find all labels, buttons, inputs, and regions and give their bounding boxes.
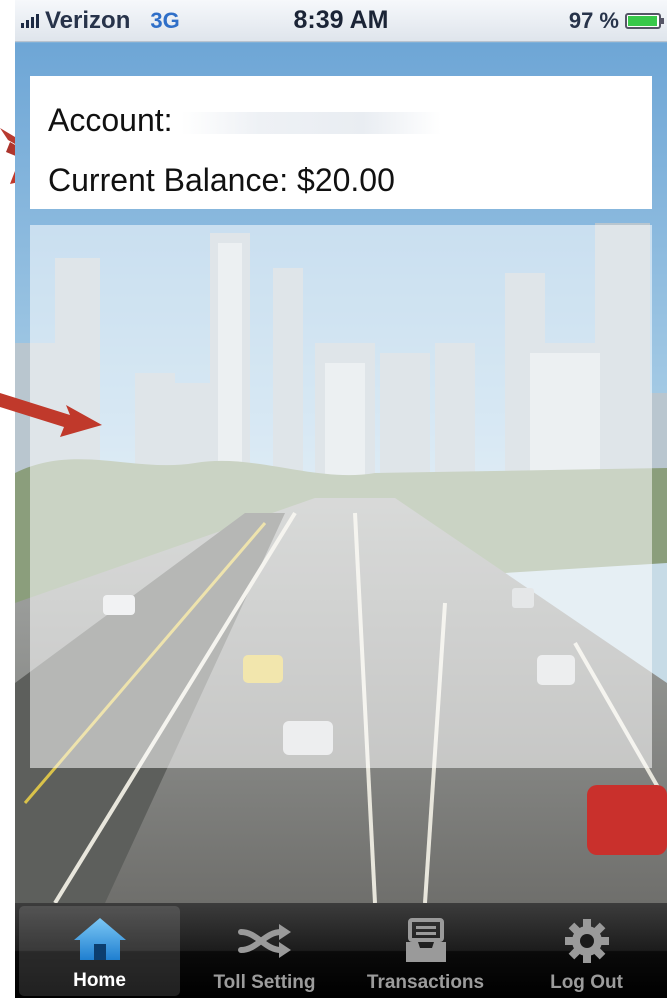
tab-bar: Home Toll Setting Transactions Log Out (15, 903, 667, 998)
carrier-name: Verizon (45, 6, 131, 34)
battery-percent: 97 % (568, 7, 619, 33)
home-icon (73, 918, 126, 960)
tab-log-out[interactable]: Log Out (506, 903, 667, 998)
status-bar: Verizon 3G 8:39 AM 97 % (15, 0, 667, 42)
status-time: 8:39 AM (293, 6, 389, 34)
battery-icon (625, 12, 664, 29)
account-label: Account: (48, 102, 173, 138)
tab-label: Home (73, 970, 126, 991)
status-left: Verizon 3G (21, 7, 180, 35)
tab-label: Log Out (550, 972, 623, 993)
shuffle-icon (237, 924, 291, 958)
account-row: Account: (48, 90, 634, 150)
tab-transactions[interactable]: Transactions (345, 903, 506, 998)
tab-label: Transactions (366, 972, 485, 993)
annotation-arrow-content (0, 393, 102, 437)
gear-icon (564, 919, 609, 963)
inbox-tray-icon (405, 918, 446, 962)
signal-strength-icon (21, 13, 39, 28)
status-right: 97 % (568, 7, 664, 34)
tab-label: Toll Setting (213, 972, 316, 993)
current-balance: Current Balance: $20.00 (48, 162, 395, 198)
network-type: 3G (150, 7, 180, 33)
tab-toll-setting[interactable]: Toll Setting (184, 903, 345, 998)
phone-screen: Verizon 3G 8:39 AM 97 % Account: Current… (15, 0, 667, 998)
battery-fill (628, 15, 658, 26)
account-number-redacted (181, 111, 442, 134)
tab-home[interactable]: Home (19, 906, 180, 996)
account-info-panel: Account: Current Balance: $20.00 (30, 76, 652, 209)
content-area (30, 225, 652, 768)
